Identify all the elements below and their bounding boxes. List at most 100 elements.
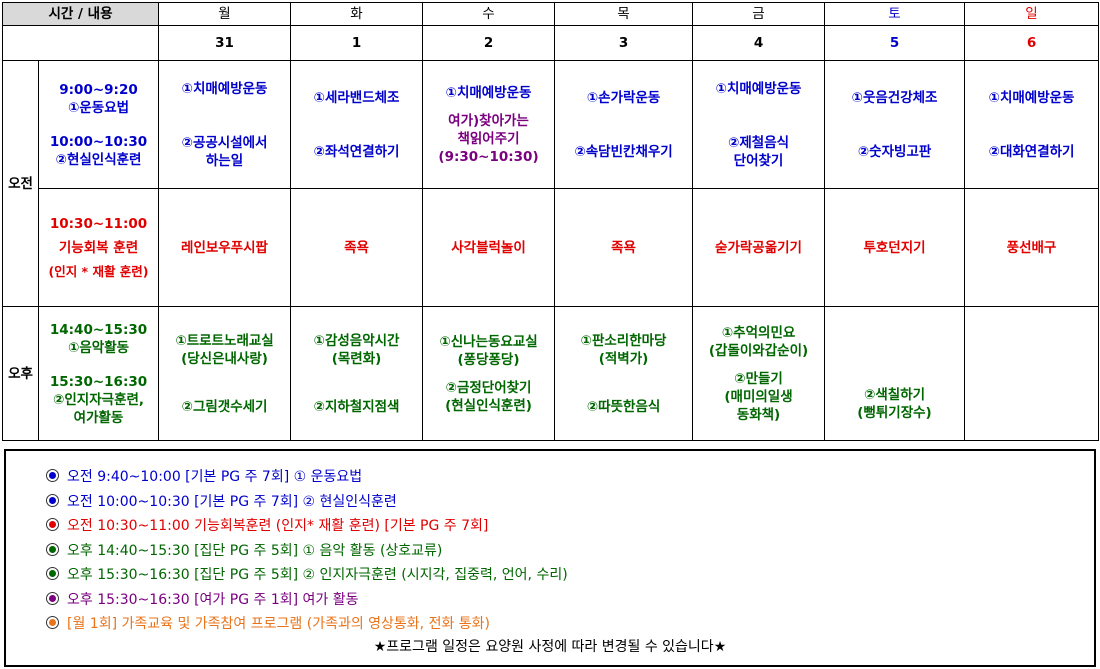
program-cell: 사각블럭놀이 <box>422 188 556 307</box>
program-line: ①추억의민요 <box>721 324 796 341</box>
time-line: 15:30~16:30 <box>49 373 148 390</box>
program-line: ②좌석연결하기 <box>313 143 400 160</box>
program-cell: 투호던지기 <box>824 188 966 307</box>
day-tue: 화 <box>290 2 424 26</box>
program-line: ①감성음악시간 <box>313 332 400 349</box>
program-line: ②그림갯수세기 <box>181 398 268 415</box>
program-cell <box>964 306 1100 441</box>
program-cell: ①치매예방운동 ②제철음식 단어찾기 <box>692 60 826 189</box>
program-cell: 숟가락공옮기기 <box>692 188 826 307</box>
program-line: (갑돌이와갑순이) <box>708 342 809 359</box>
bullet-icon <box>46 567 59 580</box>
legend-text: 오후 15:30~16:30 [여가 PG 주 1회] 여가 활동 <box>67 591 359 608</box>
program-cell: ①판소리한마당 (적벽가) ②따뜻한음식 <box>554 306 694 441</box>
time-line: 9:00~9:20 <box>59 81 138 98</box>
time-content-header: 시간 / 내용 <box>1 2 160 26</box>
time-line: 10:00~10:30 <box>49 133 148 150</box>
day-wed: 수 <box>422 2 556 26</box>
program-cell: ①감성음악시간 (목련화) ②지하철지점색 <box>290 306 424 441</box>
legend-text: [월 1회] 가족교육 및 가족참여 프로그램 (가족과의 영상통화, 전화 통… <box>67 616 491 632</box>
program-line: ①치매예방운동 <box>988 89 1075 106</box>
program-line: ①웃음건강체조 <box>851 89 938 106</box>
program-line: ②공공시설에서 <box>181 134 268 151</box>
time-line: 여가활동 <box>73 409 124 426</box>
legend-item: 오후 15:30~16:30 [집단 PG 주 5회] ② 인지자극훈련 (시지… <box>46 563 1094 588</box>
program-line: 단어찾기 <box>733 152 784 169</box>
legend-text: 오전 10:30~11:00 기능회복훈련 (인지* 재활 훈련) [기본 PG… <box>67 518 489 534</box>
program-line: (퐁당퐁당) <box>457 351 520 368</box>
am-row-2: 10:30~11:00 기능회복 훈련 (인지 * 재활 훈련) 레인보우푸시팝… <box>3 188 1100 307</box>
period-pm: 오후 <box>2 306 39 441</box>
bullet-icon <box>46 493 59 507</box>
program-line: (현실인식훈련) <box>445 397 532 414</box>
program-cell: 족욕 <box>290 188 424 307</box>
date-mon: 31 <box>158 25 292 61</box>
bullet-icon <box>46 591 59 605</box>
day-sat: 토 <box>824 2 966 26</box>
program-line: ②제철음식 <box>727 134 790 151</box>
weekly-schedule-table: 시간 / 내용 월 화 수 목 금 토 일 31 1 2 3 4 5 6 오전 … <box>1 2 1100 441</box>
program-line: ①손가락운동 <box>586 89 661 106</box>
program-line: 여가)찾아가는 <box>448 112 529 129</box>
program-cell: ①추억의민요 (갑돌이와갑순이) ②만들기 (매미의일생 동화책) <box>692 306 826 441</box>
program-cell: ①트로트노래교실 (당신은내사랑) ②그림갯수세기 <box>158 306 292 441</box>
legend-text: 오후 14:40~15:30 [집단 PG 주 5회] ① 음악 활동 (상호교… <box>67 542 443 559</box>
program-cell: ①치매예방운동 ②공공시설에서 하는일 <box>158 60 292 189</box>
date-row: 31 1 2 3 4 5 6 <box>1 25 1100 61</box>
schedule-note: ★프로그램 일정은 요양원 사정에 따라 변경될 수 있습니다★ <box>373 638 727 655</box>
date-wed: 2 <box>422 25 556 61</box>
program-line: (매미의일생 <box>724 388 793 405</box>
am1-time: 9:00~9:20 ①운동요법 10:00~10:30 ②현실인식훈련 <box>37 60 160 189</box>
program-cell: 풍선배구 <box>964 188 1100 307</box>
program-cell: ①손가락운동 ②속담빈칸채우기 <box>554 60 694 189</box>
program-line: (9:30~10:30) <box>438 148 539 165</box>
program-line: ①트로트노래교실 <box>175 332 274 349</box>
program-cell: ②색칠하기 (뻥튀기장수) <box>824 306 966 441</box>
program-line: ①치매예방운동 <box>181 80 268 97</box>
date-sat: 5 <box>824 25 966 61</box>
legend-item: 오전 10:30~11:00 기능회복훈련 (인지* 재활 훈련) [기본 PG… <box>46 514 1094 539</box>
bullet-icon <box>46 518 59 531</box>
date-fri: 4 <box>692 25 826 61</box>
program-line: ①판소리한마당 <box>580 332 667 349</box>
program-line: (적벽가) <box>598 350 649 367</box>
program-cell: ①웃음건강체조 ②숫자빙고판 <box>824 60 966 189</box>
program-line: ②색칠하기 <box>863 386 926 403</box>
time-line: (인지 * 재활 훈련) <box>48 263 149 279</box>
program-line: ②숫자빙고판 <box>857 143 932 160</box>
day-fri: 금 <box>692 2 826 26</box>
date-tue: 1 <box>290 25 424 61</box>
schedule-sheet: 시간 / 내용 월 화 수 목 금 토 일 31 1 2 3 4 5 6 오전 … <box>1 2 1100 667</box>
pm-row: 오후 14:40~15:30 ①음악활동 15:30~16:30 ②인지자극훈련… <box>2 306 1100 441</box>
program-line: 책읽어주기 <box>457 130 520 147</box>
time-line: ②인지자극훈련, <box>52 391 145 408</box>
time-line: ①음악활동 <box>67 339 130 356</box>
program-line: 하는일 <box>205 152 244 169</box>
program-line: ②지하철지점색 <box>313 398 400 415</box>
program-line: (당신은내사랑) <box>181 350 268 367</box>
time-line: 10:30~11:00 <box>49 215 148 232</box>
program-cell: ①치매예방운동 여가)찾아가는 책읽어주기 (9:30~10:30) <box>422 60 556 189</box>
program-line: 동화책) <box>736 406 781 423</box>
time-line: 기능회복 훈련 <box>58 239 139 256</box>
program-line: (뻥튀기장수) <box>857 404 932 421</box>
program-line: ②대화연결하기 <box>988 143 1075 160</box>
bullet-icon <box>46 542 59 556</box>
legend-item: 오전 9:40~10:00 [기본 PG 주 7회] ① 운동요법 <box>46 465 1094 490</box>
pm-time: 14:40~15:30 ①음악활동 15:30~16:30 ②인지자극훈련, 여… <box>37 306 160 441</box>
time-line: 14:40~15:30 <box>49 321 148 338</box>
program-line: ②따뜻한음식 <box>586 398 661 415</box>
time-line: ②현실인식훈련 <box>55 151 142 168</box>
bullet-icon <box>46 616 59 629</box>
legend-item: 오후 14:40~15:30 [집단 PG 주 5회] ① 음악 활동 (상호교… <box>46 539 1094 564</box>
program-line: ②만들기 <box>734 370 783 387</box>
program-line: (목련화) <box>331 350 382 367</box>
legend-text: 오후 15:30~16:30 [집단 PG 주 5회] ② 인지자극훈련 (시지… <box>67 567 568 583</box>
program-line: ②금정단어찾기 <box>445 379 532 396</box>
legend-item: 오후 15:30~16:30 [여가 PG 주 1회] 여가 활동 <box>46 588 1094 613</box>
program-line: ①세라밴드체조 <box>313 89 400 106</box>
date-thu: 3 <box>554 25 694 61</box>
legend-item: [월 1회] 가족교육 및 가족참여 프로그램 (가족과의 영상통화, 전화 통… <box>46 612 1094 637</box>
period-am: 오전 <box>2 60 39 307</box>
program-cell: ①신나는동요교실 (퐁당퐁당) ②금정단어찾기 (현실인식훈련) <box>422 306 556 441</box>
